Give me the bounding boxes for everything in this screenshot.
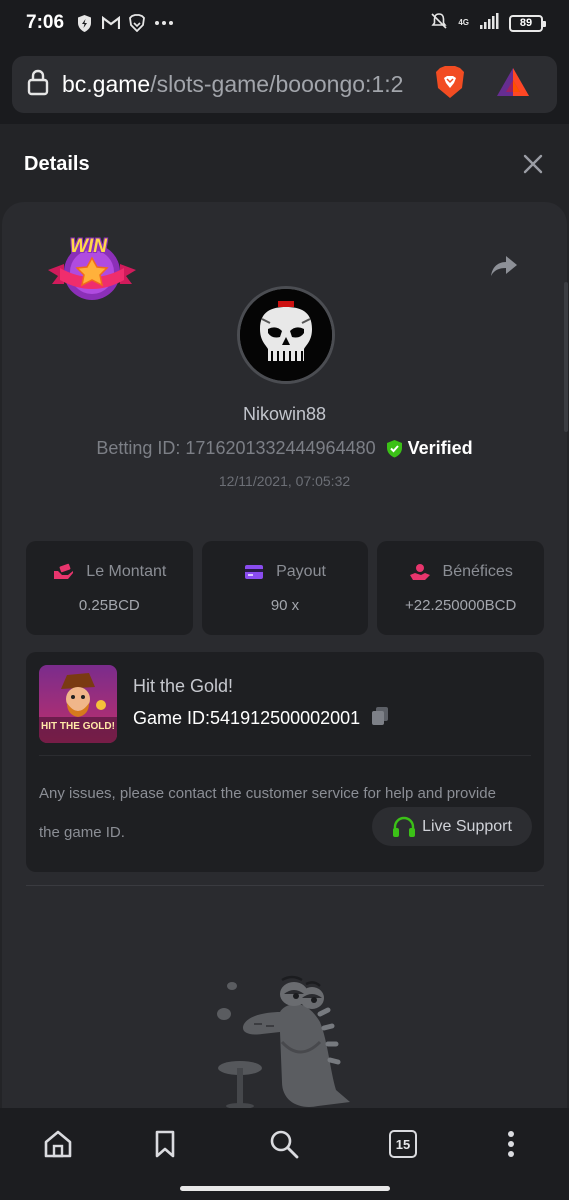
money-hand-icon — [54, 563, 74, 579]
stat-profit-label: Bénéfices — [442, 562, 513, 580]
game-name[interactable]: Hit the Gold! — [133, 676, 233, 697]
stats-row: Le Montant 0.25BCD Payout 90 x Bénéfices… — [26, 541, 545, 635]
game-id-value: 541912500002001 — [210, 708, 361, 728]
card-icon — [245, 564, 264, 579]
modal-header: Details — [0, 124, 569, 204]
live-support-button[interactable]: Live Support — [372, 807, 532, 846]
game-id-label: Game ID: — [133, 708, 211, 728]
gesture-home-indicator[interactable] — [180, 1186, 390, 1191]
home-button[interactable] — [38, 1124, 78, 1164]
modal-title: Details — [24, 152, 90, 175]
more-notifications-icon — [154, 20, 174, 26]
share-icon — [491, 256, 517, 276]
gmail-icon — [102, 16, 121, 30]
copy-button[interactable] — [370, 706, 390, 731]
stat-payout: Payout 90 x — [201, 541, 369, 635]
copy-icon — [372, 707, 389, 725]
bet-details-card: WIN Nikowin88 Betting ID: 17162013324449… — [2, 202, 568, 1122]
game-info-panel: HIT THE GOLD! Hit the Gold! Game ID: 5419… — [26, 652, 544, 872]
signal-icon — [479, 12, 499, 34]
tab-count: 15 — [389, 1130, 417, 1158]
url-path: /slots-game/booongo:1:2 — [150, 71, 404, 97]
tabs-button[interactable]: 15 — [383, 1124, 423, 1164]
game-id-row: Game ID: 541912500002001 — [133, 706, 390, 731]
verified-shield-icon — [386, 440, 402, 458]
betting-id-row: Betting ID: 1716201332444964480 Verified — [2, 438, 567, 459]
stat-payout-label: Payout — [276, 562, 326, 580]
stat-payout-value: 90 x — [270, 596, 300, 614]
close-button[interactable] — [521, 152, 545, 176]
share-button[interactable] — [489, 254, 519, 283]
shield-notification-icon — [76, 14, 93, 33]
mute-icon — [430, 12, 448, 35]
win-badge-text: WIN — [70, 236, 107, 257]
url-domain: bc.game — [62, 71, 151, 97]
browser-toolbar: bc.game/slots-game/booongo:1:2 — [0, 46, 569, 124]
brave-notification-icon — [129, 14, 145, 32]
stat-amount-label: Le Montant — [86, 562, 167, 580]
search-button[interactable] — [264, 1124, 304, 1164]
headset-icon — [393, 816, 416, 837]
more-vertical-icon — [508, 1131, 514, 1157]
verified-label: Verified — [407, 438, 473, 458]
stat-amount: Le Montant 0.25BCD — [26, 541, 193, 635]
betting-id-value: 1716201332444964480 — [185, 438, 376, 458]
stat-profit-value: +22.250000BCD — [405, 596, 517, 614]
brave-shields-icon[interactable] — [434, 64, 466, 105]
stat-profit: Bénéfices +22.250000BCD — [377, 541, 545, 635]
punisher-skull-icon — [240, 289, 332, 381]
username[interactable]: Nikowin88 — [2, 404, 567, 425]
win-badge-icon: WIN — [46, 234, 138, 309]
scrollbar[interactable] — [564, 282, 568, 432]
status-time: 7:06 — [26, 12, 65, 33]
close-icon — [523, 154, 543, 174]
details-modal: Details WIN Nikowin88 Betting ID: 171620… — [0, 124, 569, 1122]
network-type: 4G — [458, 18, 469, 27]
url-text[interactable]: bc.game/slots-game/booongo:1:2 — [62, 71, 420, 98]
bookmark-button[interactable] — [145, 1124, 185, 1164]
avatar — [237, 286, 335, 384]
crocodile-mascot-icon — [210, 972, 360, 1117]
bookmark-icon — [155, 1130, 175, 1158]
game-thumbnail-title: HIT THE GOLD! — [41, 721, 115, 732]
brave-rewards-icon[interactable] — [496, 67, 530, 102]
lock-icon[interactable] — [26, 68, 50, 101]
live-support-label: Live Support — [422, 817, 512, 835]
profit-hand-icon — [409, 563, 430, 580]
status-bar: 7:06 4G 89 — [0, 0, 569, 46]
divider — [39, 755, 531, 756]
divider — [26, 885, 544, 886]
address-bar[interactable]: bc.game/slots-game/booongo:1:2 — [12, 56, 557, 113]
home-icon — [44, 1130, 72, 1158]
stat-amount-value: 0.25BCD — [78, 596, 140, 614]
search-icon — [270, 1130, 299, 1159]
betting-id-label: Betting ID: — [96, 438, 181, 458]
bet-timestamp: 12/11/2021, 07:05:32 — [218, 473, 351, 489]
menu-button[interactable] — [491, 1124, 531, 1164]
verified-badge: Verified — [386, 438, 473, 459]
battery-indicator: 89 — [509, 14, 546, 32]
game-thumbnail[interactable]: HIT THE GOLD! — [39, 665, 117, 743]
